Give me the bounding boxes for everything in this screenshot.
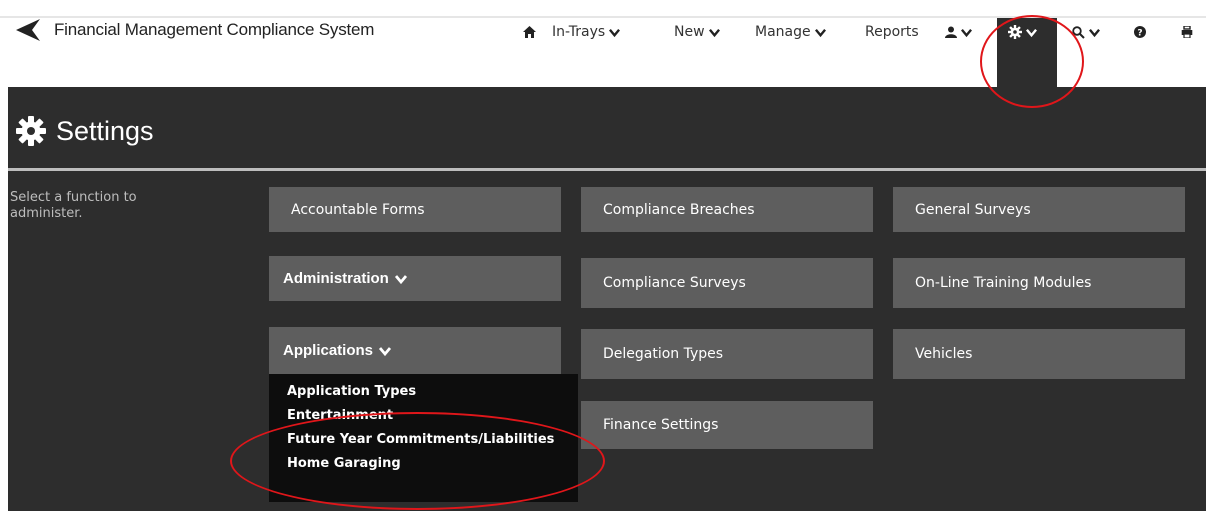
chevron-down-icon xyxy=(394,274,407,284)
chevron-down-icon xyxy=(961,28,972,37)
nav-print[interactable] xyxy=(1181,22,1193,42)
svg-text:?: ? xyxy=(1137,29,1142,39)
help-icon: ? xyxy=(1134,26,1146,38)
tile-label: Finance Settings xyxy=(603,417,719,433)
home-icon xyxy=(523,26,536,38)
nav-manage[interactable]: Manage xyxy=(755,22,826,42)
tile-label: Vehicles xyxy=(915,346,973,362)
tile-label: General Surveys xyxy=(915,201,1031,218)
annotation-circle-settings xyxy=(980,15,1084,108)
page-title: Settings xyxy=(16,113,154,149)
chevron-down-icon xyxy=(814,28,826,37)
tile-label: Applications xyxy=(283,342,374,359)
nav-reports-label: Reports xyxy=(865,24,919,40)
nav-home[interactable] xyxy=(523,22,536,42)
settings-gear-icon xyxy=(16,116,46,146)
menu-item-application-types[interactable]: Application Types xyxy=(269,382,578,406)
app-window: Financial Management Compliance System I… xyxy=(0,0,1206,511)
tile-administration[interactable]: Administration xyxy=(269,256,561,301)
nav-new[interactable]: New xyxy=(674,22,720,42)
tile-compliance-breaches[interactable]: Compliance Breaches xyxy=(581,187,873,232)
nav-help[interactable]: ? xyxy=(1134,22,1146,42)
tile-delegation-types[interactable]: Delegation Types xyxy=(581,329,873,379)
user-icon xyxy=(945,26,957,38)
tile-label: Accountable Forms xyxy=(291,201,425,218)
brand[interactable]: Financial Management Compliance System xyxy=(16,18,374,42)
tile-label: Compliance Surveys xyxy=(603,275,746,291)
chevron-down-icon xyxy=(609,28,621,37)
tile-finance-settings[interactable]: Finance Settings xyxy=(581,401,873,449)
tile-label: Compliance Breaches xyxy=(603,201,755,218)
brand-logo-icon xyxy=(16,19,40,41)
instructions-text: Select a function to administer. xyxy=(10,190,137,221)
nav-user[interactable] xyxy=(945,22,972,42)
tile-label: Administration xyxy=(283,270,389,287)
tile-accountable-forms[interactable]: Accountable Forms xyxy=(269,187,561,232)
tile-compliance-surveys[interactable]: Compliance Surveys xyxy=(581,258,873,308)
app-title: Financial Management Compliance System xyxy=(54,20,375,39)
tile-label: On-Line Training Modules xyxy=(915,275,1092,291)
title-divider xyxy=(8,168,1206,171)
chevron-down-icon xyxy=(1089,28,1100,37)
nav-manage-label: Manage xyxy=(755,24,811,40)
tile-label: Delegation Types xyxy=(603,346,724,362)
tile-vehicles[interactable]: Vehicles xyxy=(893,329,1185,379)
annotation-ellipse-menu xyxy=(230,412,605,510)
chevron-down-icon xyxy=(379,346,392,356)
tile-online-training-modules[interactable]: On-Line Training Modules xyxy=(893,258,1185,308)
print-icon xyxy=(1181,26,1193,38)
tile-applications[interactable]: Applications xyxy=(269,327,561,374)
page-title-text: Settings xyxy=(56,115,154,146)
tile-general-surveys[interactable]: General Surveys xyxy=(893,187,1185,232)
nav-in-trays[interactable]: In-Trays xyxy=(552,22,621,42)
nav-in-trays-label: In-Trays xyxy=(552,24,606,40)
nav-new-label: New xyxy=(674,24,705,40)
nav-reports[interactable]: Reports xyxy=(865,22,919,42)
chevron-down-icon xyxy=(708,28,720,37)
